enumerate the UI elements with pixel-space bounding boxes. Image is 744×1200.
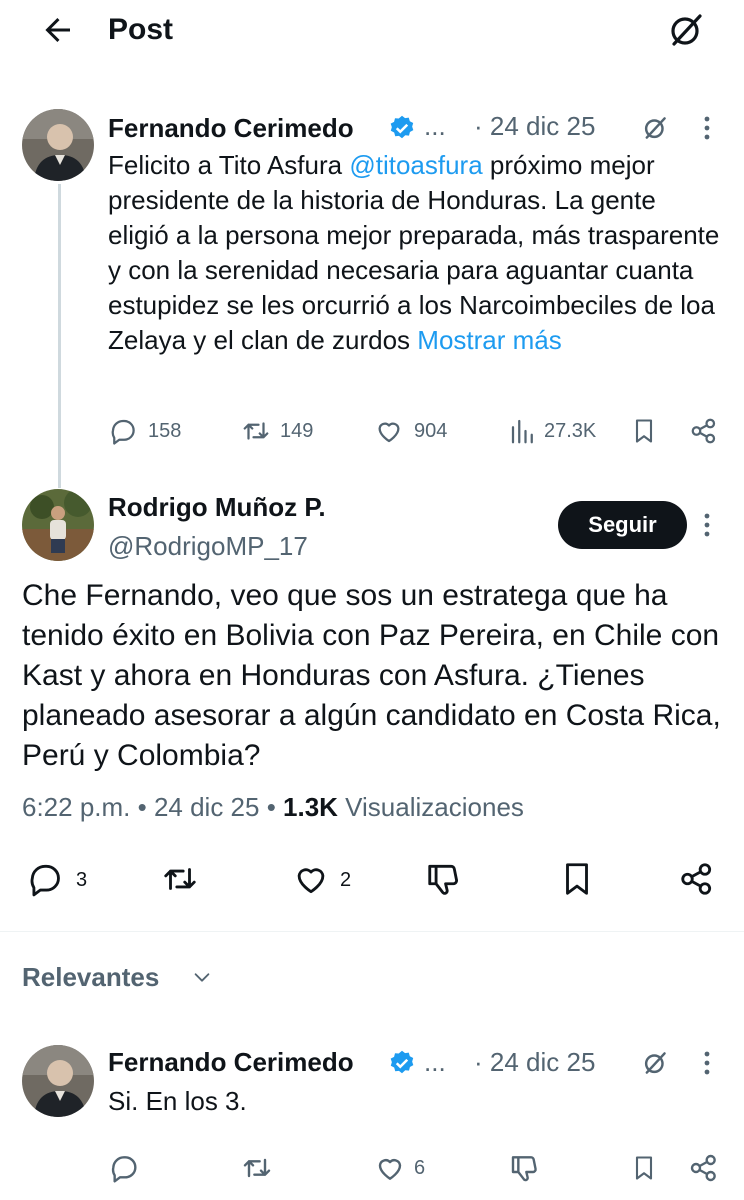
grok-icon xyxy=(644,1052,666,1074)
more-icon xyxy=(704,513,710,537)
grok-icon xyxy=(671,14,702,46)
back-button[interactable] xyxy=(40,12,80,48)
post-time[interactable]: 6:22 p.m. • 24 dic 25 • xyxy=(22,792,283,822)
post-stats: 6:22 p.m. • 24 dic 25 • 1.3K Visualizaci… xyxy=(22,790,524,824)
reply-icon xyxy=(111,419,135,445)
bookmark-button[interactable] xyxy=(558,860,596,898)
grok-button[interactable] xyxy=(664,8,708,52)
like-button[interactable]: 6 xyxy=(374,1152,444,1184)
views-label: Visualizaciones xyxy=(337,792,524,822)
bookmark-icon xyxy=(635,419,653,443)
verified-badge xyxy=(388,1049,416,1077)
sort-label: Relevantes xyxy=(22,962,160,992)
bookmark-icon xyxy=(566,863,588,895)
share-button[interactable] xyxy=(688,1152,720,1184)
share-button[interactable] xyxy=(688,416,720,446)
like-button[interactable]: 904 xyxy=(374,416,464,446)
repost-button[interactable] xyxy=(240,1152,274,1184)
repost-button[interactable]: 149 xyxy=(240,416,330,446)
avatar[interactable] xyxy=(22,1045,94,1117)
reply-icon xyxy=(30,864,60,897)
dislike-icon xyxy=(511,1156,537,1182)
bookmark-icon xyxy=(635,1156,653,1180)
author-name[interactable]: Fernando Cerimedo xyxy=(108,1046,354,1078)
bookmark-button[interactable] xyxy=(630,416,658,446)
repost-button[interactable] xyxy=(158,860,202,898)
views-button[interactable]: 27.3K xyxy=(508,416,608,446)
sort-dropdown[interactable]: Relevantes xyxy=(22,960,159,994)
more-icon xyxy=(704,116,710,140)
like-icon xyxy=(378,1159,402,1180)
like-count: 6 xyxy=(414,1157,426,1179)
views-count: 27.3K xyxy=(544,420,597,442)
like-count: 2 xyxy=(340,869,352,891)
post-text-end: próximo mejor presidente de la historia … xyxy=(108,150,720,355)
reply-count: 158 xyxy=(148,420,182,442)
follow-button[interactable]: Seguir xyxy=(558,501,687,549)
author-ellipsis: ... xyxy=(424,1047,446,1077)
repost-icon xyxy=(243,1158,271,1178)
grok-icon xyxy=(644,117,666,139)
dislike-icon xyxy=(428,864,458,895)
reply-button[interactable]: 158 xyxy=(108,416,198,446)
reply-icon xyxy=(111,1156,137,1183)
post-date[interactable]: · 24 dic 25 xyxy=(474,110,595,142)
avatar[interactable] xyxy=(22,489,94,561)
thread-line xyxy=(58,184,61,488)
mention-link[interactable]: @titoasfura xyxy=(349,150,482,180)
post-text: Che Fernando, veo que sos un estratega q… xyxy=(22,579,721,772)
reply-button[interactable]: 3 xyxy=(26,860,96,898)
views-icon xyxy=(511,419,533,444)
post-date[interactable]: · 24 dic 25 xyxy=(474,1046,595,1078)
verified-badge-icon xyxy=(390,115,414,139)
like-button[interactable]: 2 xyxy=(292,860,362,898)
back-arrow-icon xyxy=(45,18,70,42)
post-text: Si. En los 3. xyxy=(108,1086,247,1116)
repost-icon xyxy=(243,422,269,440)
share-icon xyxy=(691,418,716,444)
divider xyxy=(0,931,744,932)
reply-button[interactable] xyxy=(108,1152,142,1184)
share-icon xyxy=(690,1154,716,1182)
author-name[interactable]: Rodrigo Muñoz P. xyxy=(108,491,326,523)
chevron-down-icon xyxy=(190,966,214,988)
more-button[interactable] xyxy=(700,511,714,541)
more-button[interactable] xyxy=(700,114,714,144)
like-icon xyxy=(297,868,325,894)
verified-badge xyxy=(388,114,416,142)
dislike-button[interactable] xyxy=(424,860,464,898)
author-name[interactable]: Fernando Cerimedo xyxy=(108,112,354,144)
author-handle[interactable]: @RodrigoMP_17 xyxy=(108,530,308,562)
share-button[interactable] xyxy=(676,860,718,898)
dislike-button[interactable] xyxy=(508,1152,542,1184)
avatar[interactable] xyxy=(22,109,94,181)
show-more-link[interactable]: Mostrar más xyxy=(417,325,561,355)
reply-count: 3 xyxy=(76,869,88,891)
repost-count: 149 xyxy=(280,420,314,442)
bookmark-button[interactable] xyxy=(630,1152,658,1184)
repost-icon xyxy=(164,868,196,890)
grok-button[interactable] xyxy=(640,1048,670,1078)
post-text: Felicito a Tito Asfura @titoasfura próxi… xyxy=(108,148,720,358)
grok-button[interactable] xyxy=(640,113,670,143)
like-count: 904 xyxy=(414,420,448,442)
more-button[interactable] xyxy=(700,1049,714,1079)
page-title: Post xyxy=(108,13,174,46)
share-icon xyxy=(681,863,712,895)
like-icon xyxy=(378,422,400,443)
more-icon xyxy=(704,1051,710,1075)
author-ellipsis: ... xyxy=(424,111,446,141)
verified-badge-icon xyxy=(390,1050,414,1074)
post-text-start: Felicito a Tito Asfura xyxy=(108,150,350,180)
views-count: 1.3K xyxy=(283,792,338,822)
